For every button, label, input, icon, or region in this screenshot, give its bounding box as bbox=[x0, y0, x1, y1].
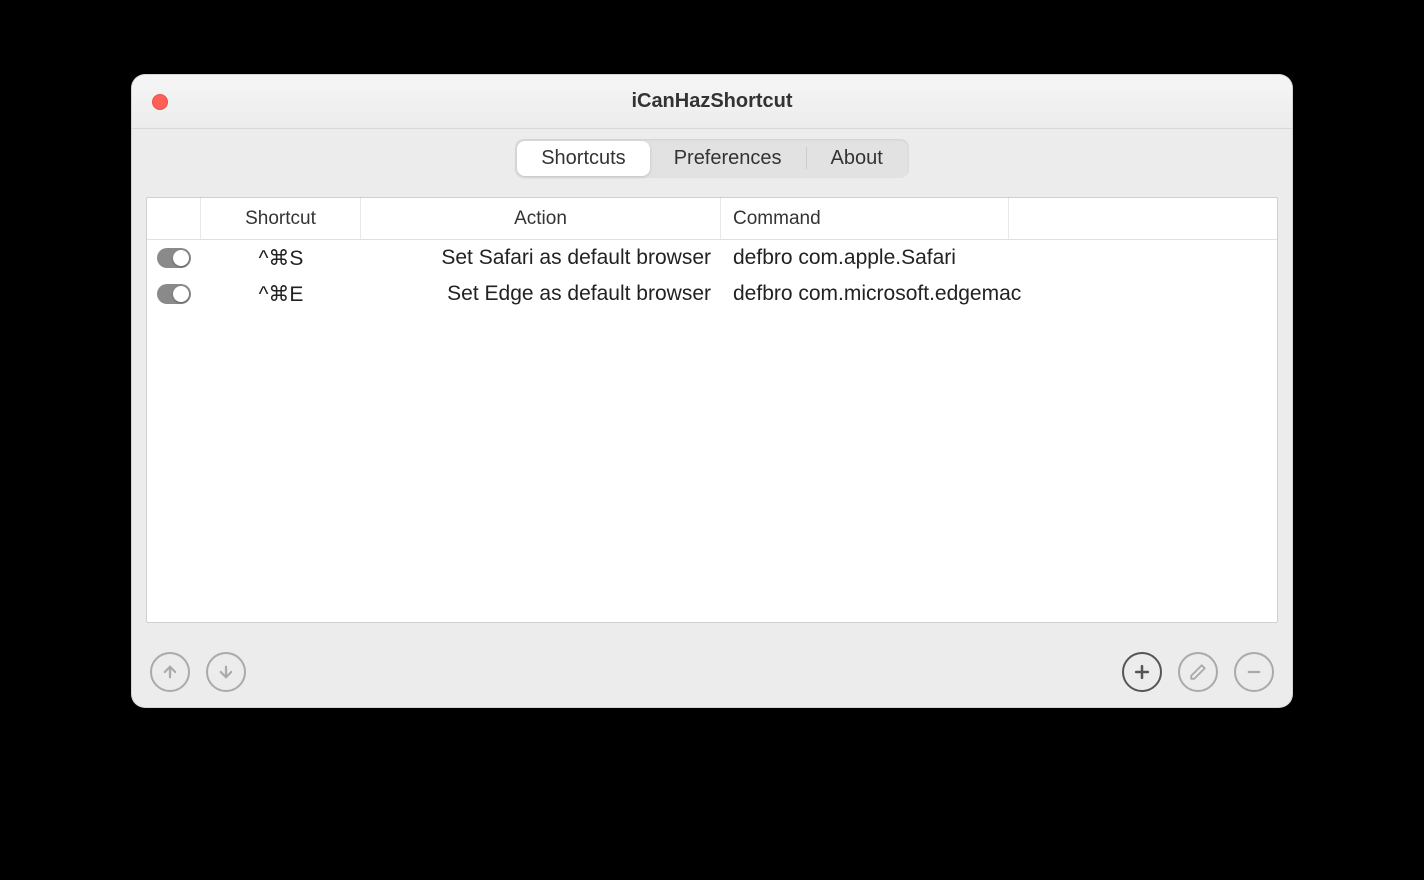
column-header-action[interactable]: Action bbox=[361, 198, 721, 239]
column-header-shortcut-label: Shortcut bbox=[245, 208, 316, 230]
pencil-icon bbox=[1189, 663, 1207, 681]
content-area: Shortcut Action Command ^⌘S Set Safari a… bbox=[132, 187, 1292, 637]
shortcuts-table: Shortcut Action Command ^⌘S Set Safari a… bbox=[146, 197, 1278, 623]
move-up-button[interactable] bbox=[150, 652, 190, 692]
plus-icon bbox=[1132, 662, 1152, 682]
table-header: Shortcut Action Command bbox=[147, 198, 1277, 240]
enabled-toggle[interactable] bbox=[157, 248, 191, 268]
titlebar: iCanHazShortcut bbox=[132, 75, 1292, 129]
bottom-toolbar bbox=[132, 637, 1292, 707]
toggle-knob bbox=[173, 250, 189, 266]
cell-shortcut: ^⌘S bbox=[201, 246, 361, 271]
tab-shortcuts[interactable]: Shortcuts bbox=[517, 141, 649, 176]
arrow-down-icon bbox=[217, 663, 235, 681]
remove-button[interactable] bbox=[1234, 652, 1274, 692]
cell-action: Set Edge as default browser bbox=[361, 282, 721, 306]
column-header-command-label: Command bbox=[733, 208, 821, 230]
tab-bar: Shortcuts Preferences About bbox=[132, 129, 1292, 187]
column-header-action-label: Action bbox=[514, 208, 567, 230]
close-window-button[interactable] bbox=[152, 94, 168, 110]
arrow-up-icon bbox=[161, 663, 179, 681]
window-title: iCanHazShortcut bbox=[132, 90, 1292, 113]
cell-toggle bbox=[147, 284, 201, 304]
table-body: ^⌘S Set Safari as default browser defbro… bbox=[147, 240, 1277, 312]
traffic-lights bbox=[152, 94, 168, 110]
cell-command: defbro com.apple.Safari bbox=[721, 246, 1277, 270]
add-button[interactable] bbox=[1122, 652, 1162, 692]
enabled-toggle[interactable] bbox=[157, 284, 191, 304]
segmented-control: Shortcuts Preferences About bbox=[515, 139, 909, 178]
cell-action: Set Safari as default browser bbox=[361, 246, 721, 270]
table-row[interactable]: ^⌘E Set Edge as default browser defbro c… bbox=[147, 276, 1277, 312]
column-header-toggle[interactable] bbox=[147, 198, 201, 239]
column-header-shortcut[interactable]: Shortcut bbox=[201, 198, 361, 239]
edit-button[interactable] bbox=[1178, 652, 1218, 692]
cell-toggle bbox=[147, 248, 201, 268]
app-window: iCanHazShortcut Shortcuts Preferences Ab… bbox=[131, 74, 1293, 708]
tab-preferences[interactable]: Preferences bbox=[650, 141, 806, 176]
column-header-command[interactable]: Command bbox=[721, 198, 1009, 239]
move-down-button[interactable] bbox=[206, 652, 246, 692]
cell-command: defbro com.microsoft.edgemac bbox=[721, 282, 1277, 306]
tab-about[interactable]: About bbox=[807, 141, 907, 176]
toggle-knob bbox=[173, 286, 189, 302]
table-row[interactable]: ^⌘S Set Safari as default browser defbro… bbox=[147, 240, 1277, 276]
minus-icon bbox=[1245, 663, 1263, 681]
cell-shortcut: ^⌘E bbox=[201, 282, 361, 307]
